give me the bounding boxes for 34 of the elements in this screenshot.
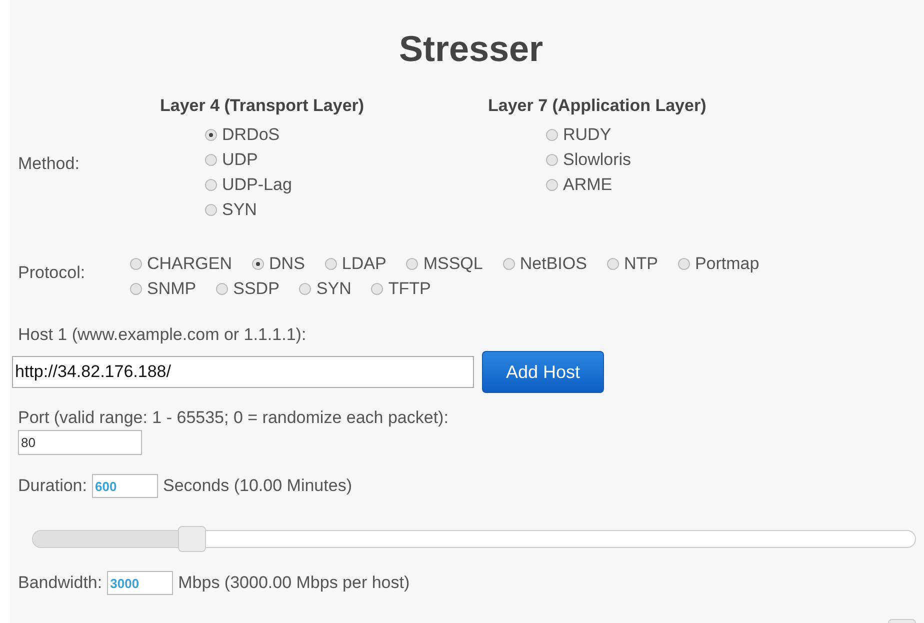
field-label: Host 1 (www.example.com or 1.1.1.1): [18, 325, 308, 345]
radio-option[interactable]: CHARGEN [130, 251, 232, 276]
radio-option[interactable]: TFTP [371, 276, 431, 301]
page-title: Stresser [398, 28, 544, 70]
radio-option[interactable]: ARME [546, 172, 924, 197]
host-field[interactable]: http://34.82.176.188/ [12, 356, 474, 388]
unit-text: Mbps (3000.00 Mbps per host) [178, 573, 410, 593]
radio-option[interactable]: SYN [299, 276, 352, 301]
radio-option[interactable]: SYN [205, 197, 486, 222]
column-heading: Layer 4 (Transport Layer) [160, 96, 366, 116]
add-host-button[interactable]: Add Host [482, 351, 604, 393]
radio-option[interactable]: NTP [606, 251, 658, 276]
unit-text: Seconds (10.00 Minutes) [162, 476, 352, 496]
radio-option[interactable]: SSDP [216, 276, 280, 301]
duration-slider[interactable] [32, 526, 916, 552]
field-label: Method: [18, 154, 80, 174]
radio-option[interactable]: SNMP [130, 276, 196, 301]
radio-option[interactable]: DRDoS [205, 122, 486, 147]
field-label: Duration: [18, 476, 87, 496]
radio-option[interactable]: UDP [205, 147, 486, 172]
field-label: Bandwidth: [18, 573, 102, 593]
radio-option[interactable]: MSSQL [406, 251, 483, 276]
radio-option[interactable]: RUDY [546, 122, 924, 147]
field-label: Protocol: [18, 263, 86, 283]
radio-option[interactable]: LDAP [324, 251, 386, 276]
radio-option[interactable]: NetBIOS [502, 251, 587, 276]
radio-option[interactable]: DNS [252, 251, 305, 276]
column-heading: Layer 7 (Application Layer) [488, 96, 708, 116]
radio-option[interactable]: Portmap [678, 251, 760, 276]
radio-option[interactable]: Slowloris [546, 147, 924, 172]
field-label: Port (valid range: 1 - 65535; 0 = randomize each packet): [18, 408, 450, 428]
slider-handle[interactable] [178, 526, 206, 552]
port-field[interactable]: 80 [18, 430, 142, 455]
radio-option[interactable]: UDP-Lag [205, 172, 486, 197]
